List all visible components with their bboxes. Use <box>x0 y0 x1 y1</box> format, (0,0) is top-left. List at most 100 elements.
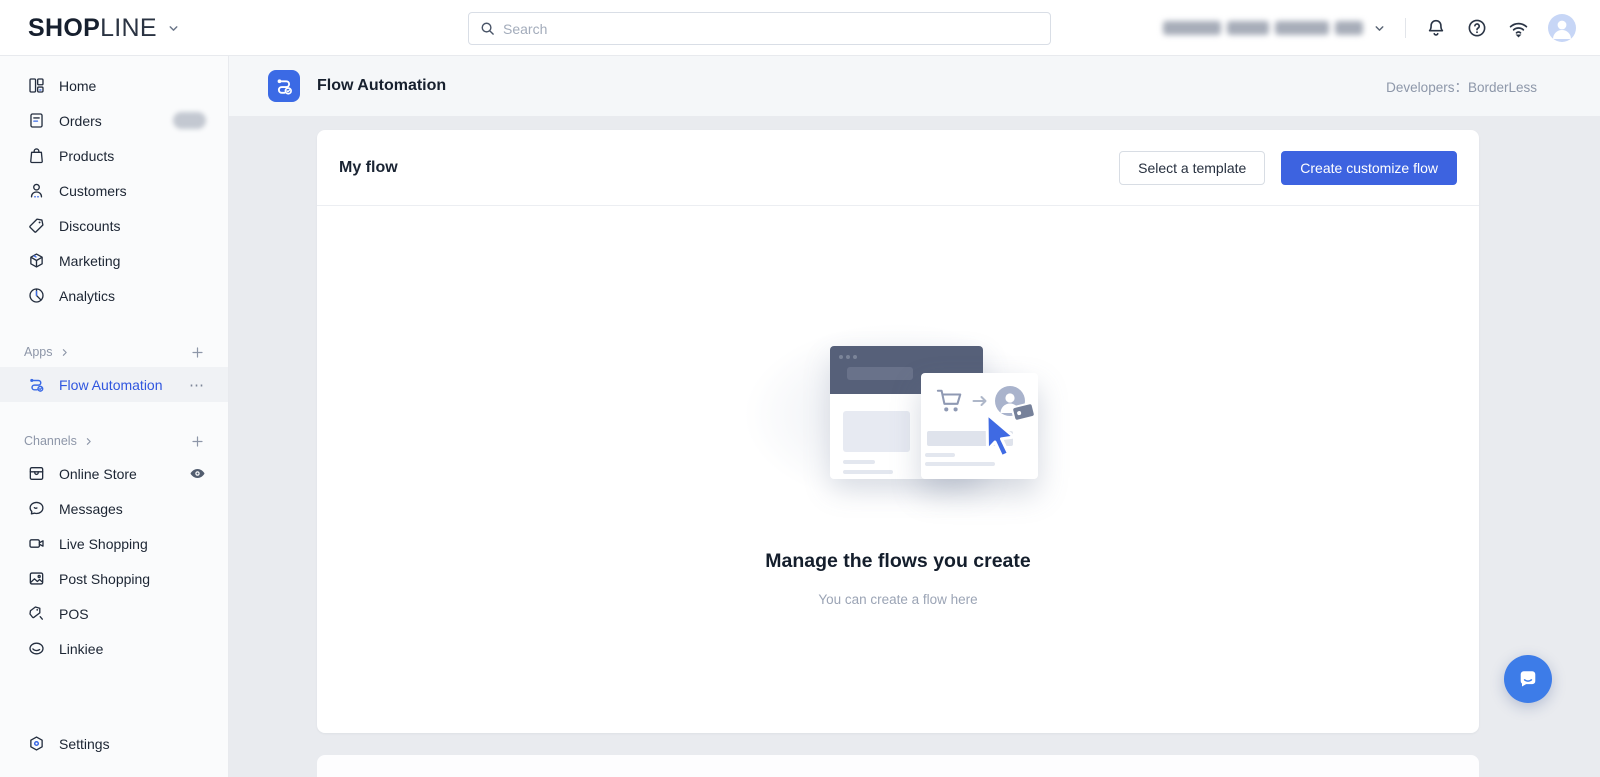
sidebar-item-label: Customers <box>59 182 127 199</box>
add-channel-plus-icon[interactable] <box>191 435 204 448</box>
topbar-actions <box>1163 0 1576 56</box>
sidebar-item-discounts[interactable]: Discounts <box>0 208 228 243</box>
pos-tag-icon <box>28 605 45 622</box>
sidebar-item-customers[interactable]: Customers <box>0 173 228 208</box>
store-switcher-logo[interactable]: SHOPLINE <box>28 0 180 56</box>
sidebar-item-label: Online Store <box>59 465 137 482</box>
empty-state-illustration <box>738 320 1058 510</box>
home-icon <box>28 77 45 94</box>
search-input[interactable] <box>503 20 1039 37</box>
visibility-eye-icon[interactable] <box>189 465 206 482</box>
sidebar-item-label: Flow Automation <box>59 376 163 393</box>
live-shopping-camera-icon <box>28 535 45 552</box>
user-avatar[interactable] <box>1548 14 1576 42</box>
sidebar-item-label: POS <box>59 605 89 622</box>
sidebar-item-label: Post Shopping <box>59 570 151 587</box>
network-wifi-icon[interactable] <box>1507 17 1529 39</box>
logo-text-light: LINE <box>100 13 157 42</box>
sidebar-item-live-shopping[interactable]: Live Shopping <box>0 526 228 561</box>
add-app-plus-icon[interactable] <box>191 346 204 359</box>
store-name-blurred <box>1163 21 1363 35</box>
arrow-right-icon <box>972 395 988 407</box>
sidebar-item-label: Analytics <box>59 287 116 304</box>
sidebar-item-label: Linkiee <box>59 640 104 657</box>
sidebar-item-home[interactable]: Home <box>0 68 228 103</box>
sidebar-item-orders[interactable]: Orders <box>0 103 228 138</box>
discounts-tag-icon <box>28 217 45 234</box>
chevron-down-icon <box>167 22 180 35</box>
sidebar-item-post-shopping[interactable]: Post Shopping <box>0 561 228 596</box>
topbar: SHOPLINE <box>0 0 1600 56</box>
sidebar-item-label: Messages <box>59 500 123 517</box>
sidebar-item-settings[interactable]: Settings <box>0 726 228 761</box>
page-title: Flow Automation <box>317 77 447 94</box>
sidebar-section-channels[interactable]: Channels <box>0 426 228 456</box>
help-icon[interactable] <box>1466 17 1488 39</box>
section-label: Channels <box>24 434 77 448</box>
create-customize-flow-button[interactable]: Create customize flow <box>1281 150 1457 185</box>
placeholder-block <box>843 411 910 452</box>
my-flow-card-header: My flow Select a template Create customi… <box>317 130 1479 206</box>
divider <box>1405 18 1406 38</box>
placeholder-line <box>843 470 893 474</box>
settings-gear-icon <box>28 735 45 752</box>
sidebar-item-label: Discounts <box>59 217 121 234</box>
more-options-icon[interactable]: ⋯ <box>189 376 206 394</box>
sidebar-item-label: Products <box>59 147 115 164</box>
logo-text-bold: SHOP <box>28 13 101 42</box>
sidebar-item-products[interactable]: Products <box>0 138 228 173</box>
sidebar-item-analytics[interactable]: Analytics <box>0 278 228 313</box>
sidebar: Home Orders Products Customers Discounts… <box>0 56 229 777</box>
browser-searchbar-graphic <box>847 367 913 380</box>
chat-bubble-icon <box>1516 667 1540 691</box>
messages-chat-icon <box>28 500 45 517</box>
placeholder-line <box>843 460 875 464</box>
empty-state: Manage the flows you create You can crea… <box>317 206 1479 733</box>
sidebar-item-linkiee[interactable]: Linkiee <box>0 631 228 666</box>
sidebar-item-label: Live Shopping <box>59 535 148 552</box>
sidebar-item-marketing[interactable]: Marketing <box>0 243 228 278</box>
cart-icon <box>935 387 965 415</box>
sidebar-item-pos[interactable]: POS <box>0 596 228 631</box>
placeholder-line <box>925 453 955 457</box>
card-title: My flow <box>339 158 398 176</box>
search-icon <box>480 21 495 36</box>
orders-icon <box>28 112 45 129</box>
sidebar-item-online-store[interactable]: Online Store <box>0 456 228 491</box>
sidebar-section-apps[interactable]: Apps <box>0 337 228 367</box>
search-box[interactable] <box>468 12 1051 45</box>
breadcrumb: Developers：BorderLess <box>1386 80 1537 95</box>
online-store-icon <box>28 465 45 482</box>
empty-state-subtitle: You can create a flow here <box>818 592 978 607</box>
customers-person-icon <box>28 182 45 199</box>
shopline-logo: SHOPLINE <box>28 14 157 43</box>
products-bag-icon <box>28 147 45 164</box>
chevron-right-icon <box>84 437 93 446</box>
sidebar-item-messages[interactable]: Messages <box>0 491 228 526</box>
sidebar-item-label: Marketing <box>59 252 121 269</box>
analytics-pie-icon <box>28 287 45 304</box>
sidebar-item-flow-automation[interactable]: Flow Automation ⋯ <box>0 367 228 402</box>
sidebar-item-label: Orders <box>59 112 102 129</box>
page-header: Flow Automation Developers：BorderLess <box>229 56 1600 116</box>
marketing-box-icon <box>28 252 45 269</box>
chevron-down-icon <box>1373 22 1386 35</box>
next-card-partial <box>317 755 1479 777</box>
sidebar-item-label: Home <box>59 77 97 94</box>
store-switcher[interactable] <box>1163 21 1386 35</box>
flow-automation-icon <box>28 376 45 393</box>
orders-badge-blurred <box>173 112 206 129</box>
empty-state-title: Manage the flows you create <box>765 550 1031 572</box>
select-template-button[interactable]: Select a template <box>1119 150 1266 185</box>
post-shopping-image-icon <box>28 570 45 587</box>
linkiee-icon <box>28 640 45 657</box>
sidebar-item-label: Settings <box>59 735 110 752</box>
placeholder-line <box>925 462 995 466</box>
notifications-bell-icon[interactable] <box>1425 17 1447 39</box>
chevron-right-icon <box>60 348 69 357</box>
card-actions: Select a template Create customize flow <box>1119 150 1457 185</box>
my-flow-card: My flow Select a template Create customi… <box>317 130 1479 733</box>
chat-launcher-button[interactable] <box>1504 655 1552 703</box>
section-label: Apps <box>24 345 53 359</box>
flow-automation-app-icon <box>268 70 300 102</box>
